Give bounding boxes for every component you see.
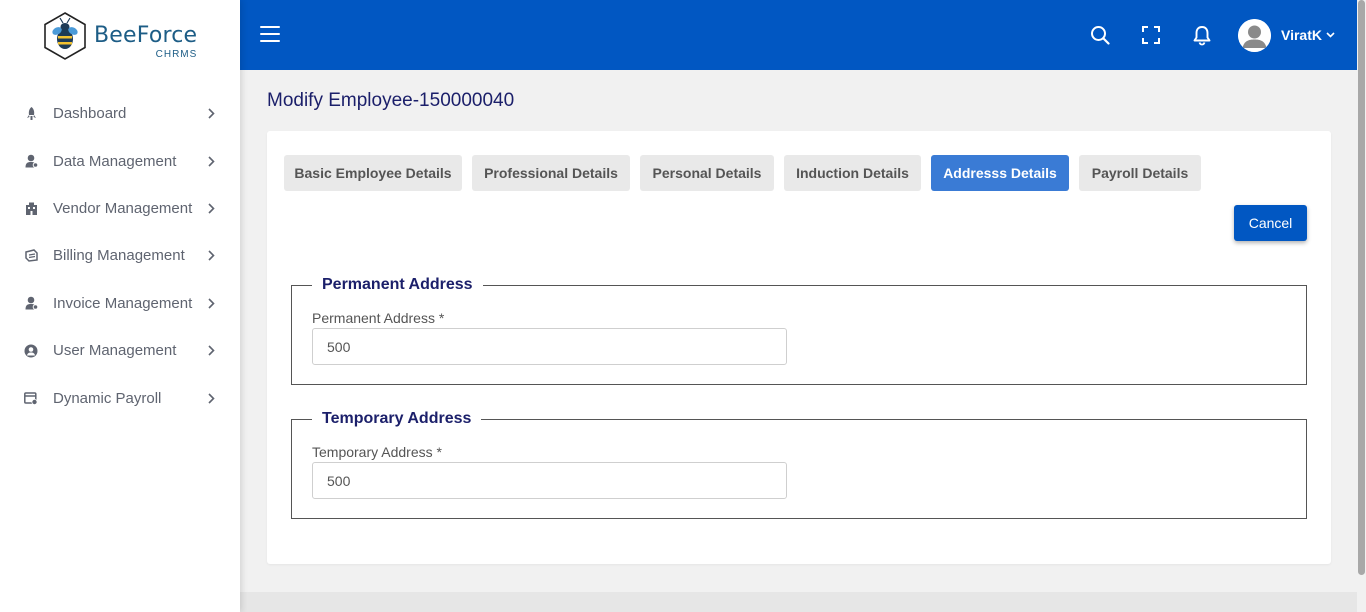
chevron-right-icon (206, 345, 216, 356)
cancel-button[interactable]: Cancel (1234, 205, 1307, 241)
sidebar-item-label: Billing Management (53, 247, 185, 265)
brand-logo[interactable]: BeeForce CHRMS (42, 11, 197, 61)
permanent-address-label: Permanent Address * (312, 310, 445, 326)
temporary-address-section: Temporary Address Temporary Address * (291, 410, 1307, 519)
bell-icon[interactable] (1191, 24, 1213, 46)
sidebar-item-vendor-management[interactable]: Vendor Management (0, 185, 240, 232)
sidebar-item-label: User Management (53, 342, 177, 360)
sidebar-item-billing-management[interactable]: Billing Management (0, 232, 240, 279)
page-scrollbar[interactable] (1357, 0, 1366, 612)
chevron-right-icon (206, 156, 216, 167)
scrollbar-thumb[interactable] (1358, 0, 1365, 575)
sidebar: BeeForce CHRMS Dashboard Data Management… (0, 0, 240, 612)
user-icon (24, 296, 38, 311)
fullscreen-icon[interactable] (1140, 24, 1162, 46)
form-card: Basic Employee Details Professional Deta… (267, 131, 1331, 564)
permanent-address-legend: Permanent Address (312, 276, 483, 294)
sidebar-item-dashboard[interactable]: Dashboard (0, 90, 240, 137)
brand-name: BeeForce (94, 23, 198, 48)
sidebar-item-label: Data Management (53, 152, 177, 170)
billing-icon (24, 249, 38, 263)
menu-toggle-icon[interactable] (260, 26, 280, 42)
chevron-right-icon (206, 250, 216, 261)
user-menu[interactable]: ViratK (1238, 18, 1336, 52)
temporary-address-label: Temporary Address * (312, 444, 442, 460)
search-icon[interactable] (1089, 24, 1111, 46)
sidebar-item-user-management[interactable]: User Management (0, 327, 240, 374)
user-name: ViratK (1281, 27, 1322, 43)
user-icon (24, 154, 38, 168)
sidebar-item-label: Vendor Management (53, 199, 193, 217)
bee-logo-icon (44, 12, 86, 60)
sidebar-item-label: Dynamic Payroll (53, 389, 162, 407)
sidebar-nav: Dashboard Data Management Vendor Managem… (0, 90, 240, 422)
chevron-right-icon (206, 298, 216, 309)
tab-induction-details[interactable]: Induction Details (784, 155, 921, 191)
page-title: Modify Employee-150000040 (267, 90, 515, 111)
sidebar-item-dynamic-payroll[interactable]: Dynamic Payroll (0, 374, 240, 421)
chevron-right-icon (206, 108, 216, 119)
permanent-address-input[interactable] (312, 328, 787, 365)
sidebar-item-invoice-management[interactable]: Invoice Management (0, 280, 240, 327)
top-header: ViratK (240, 0, 1357, 70)
sidebar-item-label: Dashboard (53, 105, 127, 123)
user-circle-icon (24, 344, 38, 358)
permanent-address-section: Permanent Address Permanent Address * (291, 276, 1307, 385)
tab-address-details[interactable]: Addresss Details (931, 155, 1069, 191)
footer-strip (240, 592, 1357, 612)
brand-subtitle: CHRMS (155, 49, 198, 60)
tab-payroll-details[interactable]: Payroll Details (1079, 155, 1201, 191)
temporary-address-legend: Temporary Address (312, 410, 482, 428)
rocket-icon (24, 106, 38, 121)
brand-text: BeeForce CHRMS (94, 23, 198, 60)
sidebar-item-data-management[interactable]: Data Management (0, 137, 240, 184)
chevron-right-icon (206, 392, 216, 404)
tab-professional-details[interactable]: Professional Details (472, 155, 630, 191)
payroll-icon (24, 391, 38, 405)
building-icon (24, 201, 38, 215)
temporary-address-input[interactable] (312, 462, 787, 499)
chevron-right-icon (206, 203, 216, 214)
tab-basic-employee-details[interactable]: Basic Employee Details (284, 155, 462, 191)
avatar (1238, 18, 1271, 52)
chevron-down-icon (1326, 30, 1336, 40)
tab-personal-details[interactable]: Personal Details (640, 155, 774, 191)
sidebar-item-label: Invoice Management (53, 294, 193, 312)
